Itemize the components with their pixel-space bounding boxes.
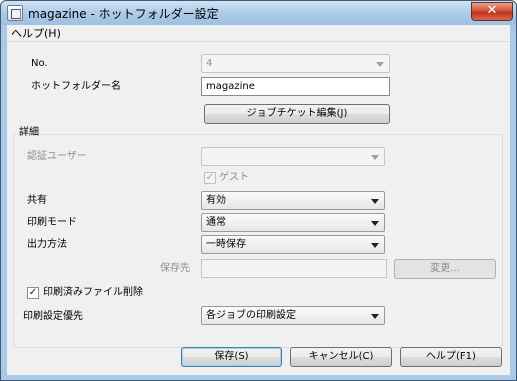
print-priority-dropdown[interactable]: 各ジョブの印刷設定 <box>201 306 385 325</box>
close-button[interactable]: ✕ <box>471 2 513 21</box>
help-button[interactable]: ヘルプ(F1) <box>400 347 502 367</box>
chevron-down-icon <box>371 199 379 204</box>
details-group-title: 詳細 <box>17 126 41 140</box>
job-ticket-edit-button[interactable]: ジョブチケット編集(J) <box>204 104 390 124</box>
share-label: 共有 <box>27 195 47 206</box>
chevron-down-icon <box>371 243 379 248</box>
save-to-input <box>201 259 387 278</box>
guest-label: ゲスト <box>219 172 249 183</box>
chevron-down-icon <box>376 62 384 67</box>
app-icon <box>7 5 23 21</box>
chevron-down-icon <box>371 314 379 319</box>
auth-user-label: 認証ユーザー <box>27 151 87 162</box>
delete-after-print-checkbox[interactable]: ✓ <box>27 287 39 299</box>
output-method-dropdown[interactable]: 一時保存 <box>201 235 385 254</box>
print-priority-value: 各ジョブの印刷設定 <box>206 310 296 321</box>
print-mode-dropdown[interactable]: 通常 <box>201 213 385 232</box>
guest-checkbox: ✓ <box>204 172 216 184</box>
hotfolder-name-input[interactable]: magazine <box>201 77 390 96</box>
window-title: magazine - ホットフォルダー設定 <box>28 7 219 21</box>
share-value: 有効 <box>206 195 226 206</box>
title-bar[interactable]: magazine - ホットフォルダー設定 ✕ <box>1 1 516 25</box>
menu-bar: ヘルプ(H) <box>7 25 510 42</box>
chevron-down-icon <box>371 221 379 226</box>
save-button[interactable]: 保存(S) <box>181 347 282 367</box>
delete-after-print-label: 印刷済みファイル削除 <box>43 287 143 298</box>
close-icon: ✕ <box>486 3 498 18</box>
menu-help[interactable]: ヘルプ(H) <box>9 26 63 41</box>
save-to-label: 保存先 <box>160 263 190 274</box>
dialog-window: magazine - ホットフォルダー設定 ✕ ヘルプ(H) No. 4 ホット… <box>0 0 517 381</box>
print-mode-label: 印刷モード <box>27 217 77 228</box>
change-button: 変更... <box>394 259 496 279</box>
print-mode-value: 通常 <box>206 217 226 228</box>
output-method-value: 一時保存 <box>206 239 246 250</box>
share-dropdown[interactable]: 有効 <box>201 191 385 210</box>
output-method-label: 出力方法 <box>27 239 67 250</box>
no-dropdown: 4 <box>201 54 390 73</box>
auth-user-dropdown <box>201 147 385 166</box>
no-value: 4 <box>206 58 213 69</box>
print-priority-label: 印刷設定優先 <box>23 311 83 322</box>
cancel-button[interactable]: キャンセル(C) <box>290 347 392 367</box>
dialog-body: No. 4 ホットフォルダー名 magazine ジョブチケット編集(J) 詳細… <box>7 42 510 375</box>
chevron-down-icon <box>371 155 379 160</box>
hotfolder-name-label: ホットフォルダー名 <box>31 81 121 92</box>
no-label: No. <box>31 58 48 69</box>
